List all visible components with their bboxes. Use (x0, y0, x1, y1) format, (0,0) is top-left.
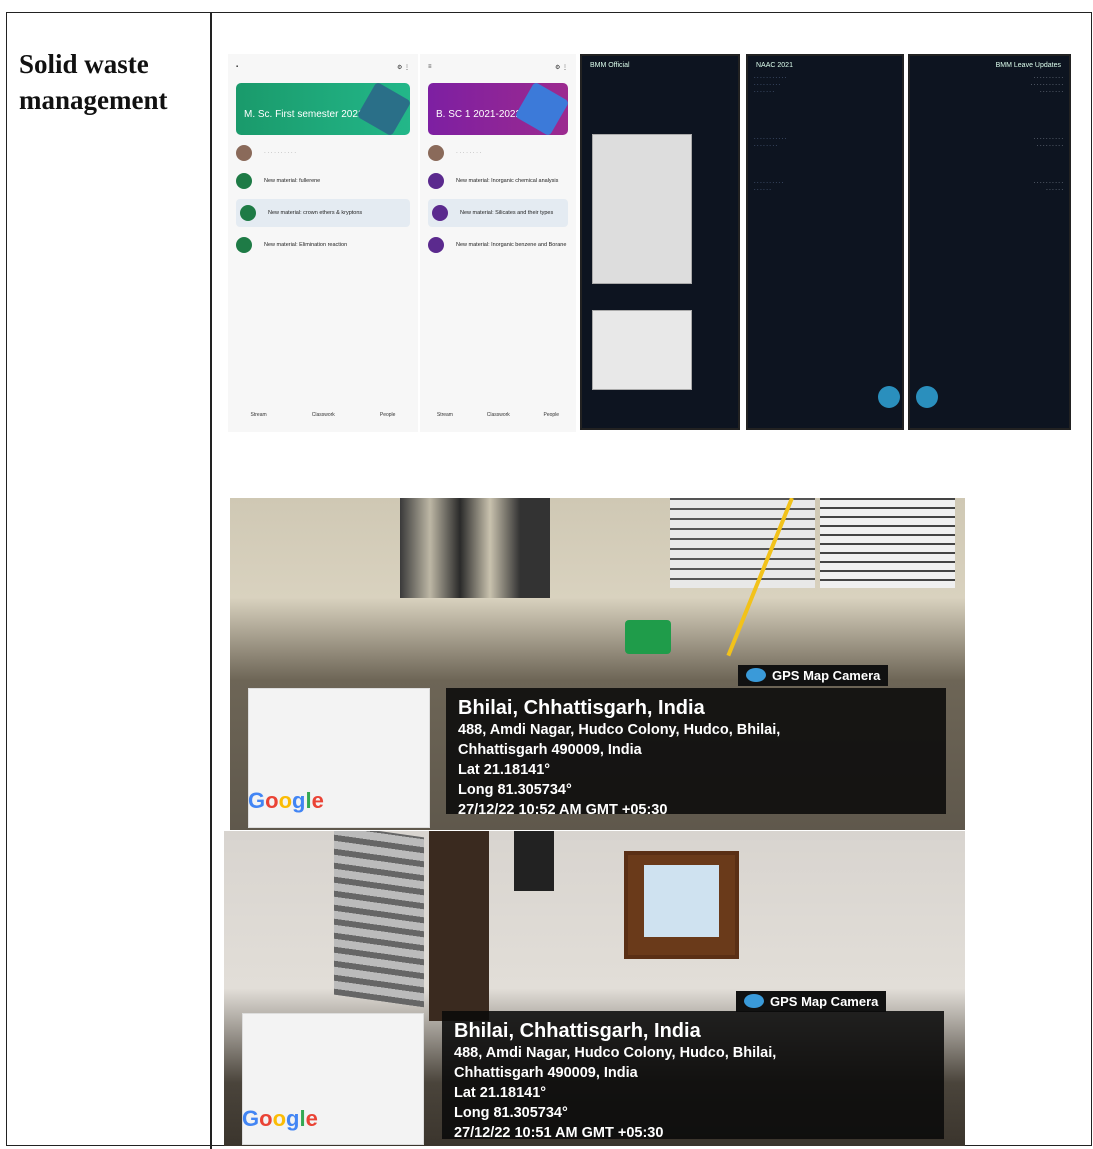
geotagged-photo: GPS Map Camera Google Bhilai, Chhattisga… (224, 831, 965, 1146)
material-item: New material: Silicates and their types (460, 210, 554, 216)
bottom-nav: Stream Classwork People (250, 412, 396, 418)
google-logo: Google (242, 1106, 318, 1131)
chat-title: BMM Official (590, 62, 630, 69)
document-image (592, 310, 692, 390)
bottom-nav: Stream Classwork People (436, 412, 560, 418)
location-info: Bhilai, Chhattisgarh, India 488, Amdi Na… (446, 688, 946, 818)
class-banner: B. SC 1 2021-2022 (428, 83, 568, 135)
material-item: New material: Inorganic benzene and Bora… (456, 242, 567, 248)
brick-grille (334, 831, 424, 1008)
document-image (592, 134, 692, 284)
chat-title: NAAC 2021 (756, 62, 793, 69)
section-label: Solid waste management (19, 49, 168, 115)
screenshot-classroom-msc: ▪ ⚙ ⋮ M. Sc. First semester 2021-22 · · ·… (228, 54, 418, 432)
screenshot-classroom-bsc: ≡ ⚙ ⋮ B. SC 1 2021-2022 · · · · · · · · N… (420, 54, 576, 432)
notice-board (670, 498, 815, 588)
material-item: New material: crown ethers & kryptons (268, 210, 363, 216)
column-divider (210, 12, 212, 1149)
mic-icon (878, 386, 900, 408)
screenshot-chat-leave-updates: BMM Leave Updates · · · · · · · · · · · ·… (908, 54, 1071, 430)
material-item: New material: Inorganic chemical analysi… (456, 178, 559, 184)
material-item: New material: fullerene (264, 178, 321, 184)
screenshot-chat-bmm-official: BMM Official (580, 54, 740, 430)
screenshot-chat-naac: NAAC 2021 · · · · · · · · · · · · · · · ·… (746, 54, 904, 430)
grille-shape (400, 498, 550, 598)
google-logo: Google (248, 788, 324, 813)
gps-badge: GPS Map Camera (736, 991, 887, 1012)
location-info: Bhilai, Chhattisgarh, India 488, Amdi Na… (442, 1011, 944, 1141)
green-bucket (625, 620, 671, 654)
gps-badge: GPS Map Camera (738, 665, 889, 686)
notice-paper (644, 865, 719, 937)
banner-title: B. SC 1 2021-2022 (436, 109, 522, 120)
material-item: New material: Elimination reaction (264, 242, 348, 248)
chat-title: BMM Leave Updates (995, 62, 1061, 69)
door (429, 831, 489, 1021)
geotagged-photo: GPS Map Camera Google Bhilai, Chhattisga… (230, 498, 965, 830)
notice-board (820, 498, 955, 588)
class-banner: M. Sc. First semester 2021-22 (236, 83, 410, 135)
window (514, 831, 554, 891)
mic-icon (916, 386, 938, 408)
